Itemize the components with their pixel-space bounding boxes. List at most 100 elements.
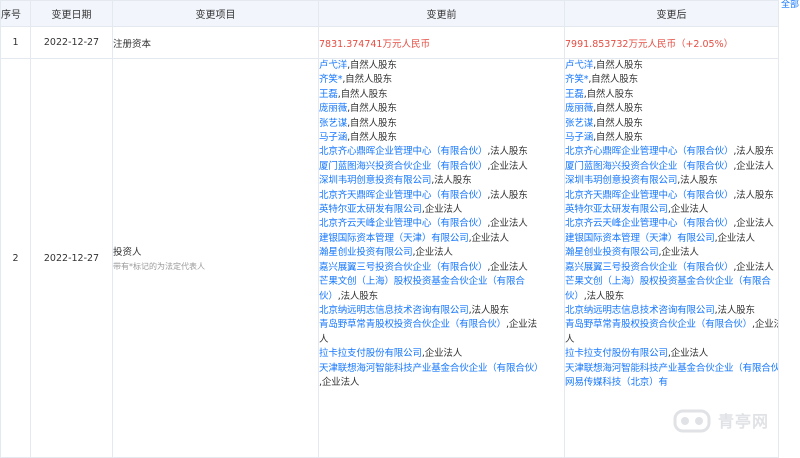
investor-role: ,自然人股东 xyxy=(347,103,397,115)
investor-line: 深圳韦玥创意投资有限公司,法人股东 xyxy=(566,174,778,188)
investor-line: 英特尔亚太研发有限公司,企业法人 xyxy=(566,203,778,217)
investor-line: 建银国际资本管理（天津）有限公司,企业法人 xyxy=(320,232,564,246)
investor-role: ,法人股东 xyxy=(487,146,528,158)
investor-name-link[interactable]: 北京纳远明志信息技术咨询有限公司 xyxy=(320,305,469,316)
investor-name-link[interactable]: 张艺谋 xyxy=(566,118,594,129)
investor-name-link[interactable]: 天津联想海河智能科技产业基金合伙企业（有限合伙） xyxy=(566,363,778,374)
investor-role: ,企业法人 xyxy=(733,160,774,172)
investor-line: 齐笑*,自然人股东 xyxy=(320,73,564,87)
investor-name-link[interactable]: 王磊 xyxy=(320,89,338,100)
header-seq: 序号 xyxy=(0,0,31,27)
investors-before-list: 卢弋洋,自然人股东 齐笑*,自然人股东 王磊,自然人股东 庞丽薇,自然人股东 张艺谋,自… xyxy=(318,58,565,458)
investor-name-link[interactable]: 北京齐心鼎晖企业管理中心（有限合伙） xyxy=(566,146,734,157)
investor-name-link[interactable]: 北京齐天鼎晖企业管理中心（有限合伙） xyxy=(320,190,488,201)
investor-line: 网易传媒科技（北京）有 xyxy=(566,376,778,390)
row-seq: 2 xyxy=(0,58,31,458)
change-record-table: 序号 变更日期 变更项目 变更前 变更后 1 2022-12-27 注册资本 7… xyxy=(0,0,779,458)
table-row: 1 2022-12-27 注册资本 7831.374741万元人民币 7991.… xyxy=(0,26,779,59)
investor-name-link[interactable]: 北京齐心鼎晖企业管理中心（有限合伙） xyxy=(320,146,488,157)
investor-role: 人 xyxy=(319,333,329,345)
investor-name-link[interactable]: 马子涵 xyxy=(566,132,594,143)
investor-line: 齐笑*,自然人股东 xyxy=(566,73,778,87)
investor-role: ,企业法人 xyxy=(412,247,453,259)
investor-role: ,企业法人 xyxy=(319,376,360,388)
investor-role: ,法人股东 xyxy=(337,290,378,302)
investor-name-link[interactable]: 王磊 xyxy=(566,89,584,100)
investor-name-link[interactable]: 厦门蓝图海兴投资合伙企业（有限合伙） xyxy=(320,161,488,172)
investor-role: 人 xyxy=(565,333,575,345)
investor-name-link[interactable]: 伙） xyxy=(320,291,338,302)
investor-name-link[interactable]: 青岛野草常青股权投资合伙企业（有限合伙） xyxy=(566,319,753,330)
investor-role: ,企业法人 xyxy=(487,218,528,230)
investor-name-link[interactable]: 深圳韦玥创意投资有限公司 xyxy=(566,175,678,186)
investor-role: ,自然人股东 xyxy=(583,88,634,100)
investor-name-link[interactable]: 拉卡拉支付股份有限公司 xyxy=(320,348,423,359)
row-item-cell: 投资人 带有*标记的为法定代表人 xyxy=(112,58,319,458)
investor-name-link[interactable]: 嘉兴展翼三号投资合伙企业（有限合伙） xyxy=(320,262,488,273)
investor-name-link[interactable]: 张艺谋 xyxy=(320,118,348,129)
investor-name-link[interactable]: 芒果文创（上海）股权投资基金合伙企业（有限合 xyxy=(566,276,771,287)
investor-name-link[interactable]: 建银国际资本管理（天津）有限公司 xyxy=(566,233,715,244)
header-date: 变更日期 xyxy=(30,0,113,27)
investor-name-link[interactable]: 建银国际资本管理（天津）有限公司 xyxy=(320,233,469,244)
investor-name-link[interactable]: 庞丽薇 xyxy=(566,103,594,114)
investor-line: 王磊,自然人股东 xyxy=(320,88,564,102)
investor-line: 北京齐天鼎晖企业管理中心（有限合伙）,法人股东 xyxy=(566,189,778,203)
investor-line: 北京齐心鼎晖企业管理中心（有限合伙）,法人股东 xyxy=(320,145,564,159)
investor-name-link[interactable]: 英特尔亚太研发有限公司 xyxy=(320,204,423,215)
investor-line: 厦门蓝图海兴投资合伙企业（有限合伙）,企业法人 xyxy=(320,160,564,174)
investor-name-link[interactable]: 北京齐云天峰企业管理中心（有限合伙） xyxy=(566,218,734,229)
row-date: 2022-12-27 xyxy=(30,58,113,458)
row-item: 投资人 xyxy=(113,247,142,258)
investor-name-link[interactable]: 芒果文创（上海）股权投资基金合伙企业（有限合 xyxy=(320,276,525,287)
investor-name-link[interactable]: 嘉兴展翼三号投资合伙企业（有限合伙） xyxy=(566,262,734,273)
investor-line: 北京纳远明志信息技术咨询有限公司,法人股东 xyxy=(320,304,564,318)
investor-name-link[interactable]: 瀚星创业投资有限公司 xyxy=(320,247,413,258)
investor-line: 马子涵,自然人股东 xyxy=(320,131,564,145)
watermark-logo: 青亭网 xyxy=(672,404,796,438)
header-item: 变更项目 xyxy=(112,0,319,27)
investor-line: 瀚星创业投资有限公司,企业法人 xyxy=(320,246,564,260)
investor-name-link[interactable]: 北京纳远明志信息技术咨询有限公司 xyxy=(566,305,715,316)
investor-name-link[interactable]: 齐笑* xyxy=(320,74,343,85)
investor-name-link[interactable]: 拉卡拉支付股份有限公司 xyxy=(566,348,669,359)
investor-name-link[interactable]: 英特尔亚太研发有限公司 xyxy=(566,204,669,215)
investor-name-link[interactable]: 北京齐云天峰企业管理中心（有限合伙） xyxy=(320,218,488,229)
investor-role: ,法人股东 xyxy=(733,146,774,158)
investor-name-link[interactable]: 伙） xyxy=(566,291,584,302)
row-date: 2022-12-27 xyxy=(30,26,113,59)
investor-line: 天津联想海河智能科技产业基金合伙企业（有限合伙） xyxy=(320,362,564,376)
investor-line: 拉卡拉支付股份有限公司,企业法人 xyxy=(320,347,564,361)
investor-role: ,法人股东 xyxy=(468,304,509,316)
investor-line: 庞丽薇,自然人股东 xyxy=(566,102,778,116)
investor-name-link[interactable]: 卢弋洋 xyxy=(566,60,594,71)
investor-name-link[interactable]: 庞丽薇 xyxy=(320,103,348,114)
row-item: 注册资本 xyxy=(112,26,319,59)
vr-headset-icon xyxy=(673,409,711,433)
investor-name-link[interactable]: 瀚星创业投资有限公司 xyxy=(566,247,659,258)
investor-line: 伙）,法人股东 xyxy=(566,290,778,304)
investor-line: 厦门蓝图海兴投资合伙企业（有限合伙）,企业法人 xyxy=(566,160,778,174)
investor-name-link[interactable]: 天津联想海河智能科技产业基金合伙企业（有限合伙） xyxy=(320,363,544,374)
investor-name-link[interactable]: 青岛野草常青股权投资合伙企业（有限合伙） xyxy=(320,319,507,330)
investor-name-link[interactable]: 马子涵 xyxy=(320,132,348,143)
watermark-text: 青亭网 xyxy=(718,412,770,431)
investor-line: 张艺谋,自然人股东 xyxy=(566,117,778,131)
investor-role: ,自然人股东 xyxy=(593,117,643,129)
investor-name-link[interactable]: 网易传媒科技（北京）有 xyxy=(566,377,669,388)
investor-line: 庞丽薇,自然人股东 xyxy=(320,102,564,116)
investor-name-link[interactable]: 齐笑* xyxy=(566,74,589,85)
investor-role: ,自然人股东 xyxy=(342,74,392,86)
investor-line: 瀚星创业投资有限公司,企业法人 xyxy=(566,246,778,260)
investor-role: ,自然人股东 xyxy=(593,132,643,144)
investor-line: 卢弋洋,自然人股东 xyxy=(320,60,564,74)
investor-role: ,企业法人 xyxy=(487,160,528,172)
investor-name-link[interactable]: 深圳韦玥创意投资有限公司 xyxy=(320,175,432,186)
investor-name-link[interactable]: 卢弋洋 xyxy=(320,60,348,71)
investor-name-link[interactable]: 北京齐天鼎晖企业管理中心（有限合伙） xyxy=(566,190,734,201)
investor-line: 北京纳远明志信息技术咨询有限公司,法人股东 xyxy=(566,304,778,318)
investor-name-link[interactable]: 厦门蓝图海兴投资合伙企业（有限合伙） xyxy=(566,161,734,172)
investor-line: 拉卡拉支付股份有限公司,企业法人 xyxy=(566,347,778,361)
investor-role: ,法人股东 xyxy=(733,189,774,201)
show-all-link[interactable]: 全部 xyxy=(780,0,800,11)
